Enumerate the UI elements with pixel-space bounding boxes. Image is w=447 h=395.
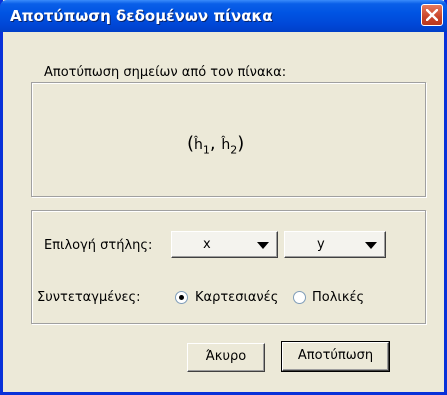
options-groupbox <box>31 210 426 324</box>
x-column-select[interactable]: x <box>171 231 278 258</box>
window-title: Αποτύπωση δεδομένων πίνακα <box>10 7 273 25</box>
x-column-value: x <box>203 237 211 252</box>
points-group-legend: Αποτύπωση σημείων από τον πίνακα: <box>42 65 289 80</box>
close-icon <box>426 9 438 21</box>
title-bar[interactable]: Αποτύπωση δεδομένων πίνακα <box>0 0 447 32</box>
cancel-button[interactable]: Άκυρο <box>187 343 265 372</box>
plot-button[interactable]: Αποτύπωση <box>281 341 390 372</box>
y-column-select[interactable]: y <box>284 231 386 258</box>
y-column-value: y <box>317 237 325 252</box>
column-select-label: Επιλογή στήλης: <box>44 238 153 253</box>
cartesian-radio[interactable] <box>175 291 188 304</box>
close-button[interactable] <box>421 4 443 26</box>
polar-radio[interactable] <box>293 291 306 304</box>
polar-radio-label[interactable]: Πολικές <box>312 290 364 305</box>
dialog-window: Αποτύπωση δεδομένων πίνακα <box>0 0 447 395</box>
cartesian-radio-label[interactable]: Καρτεσιανές <box>195 290 278 305</box>
chevron-down-icon <box>257 242 269 249</box>
points-formula: (ĥ1, ĥ2) <box>187 133 245 157</box>
chevron-down-icon <box>365 242 377 249</box>
coordinates-label: Συντεταγμένες: <box>37 290 141 305</box>
